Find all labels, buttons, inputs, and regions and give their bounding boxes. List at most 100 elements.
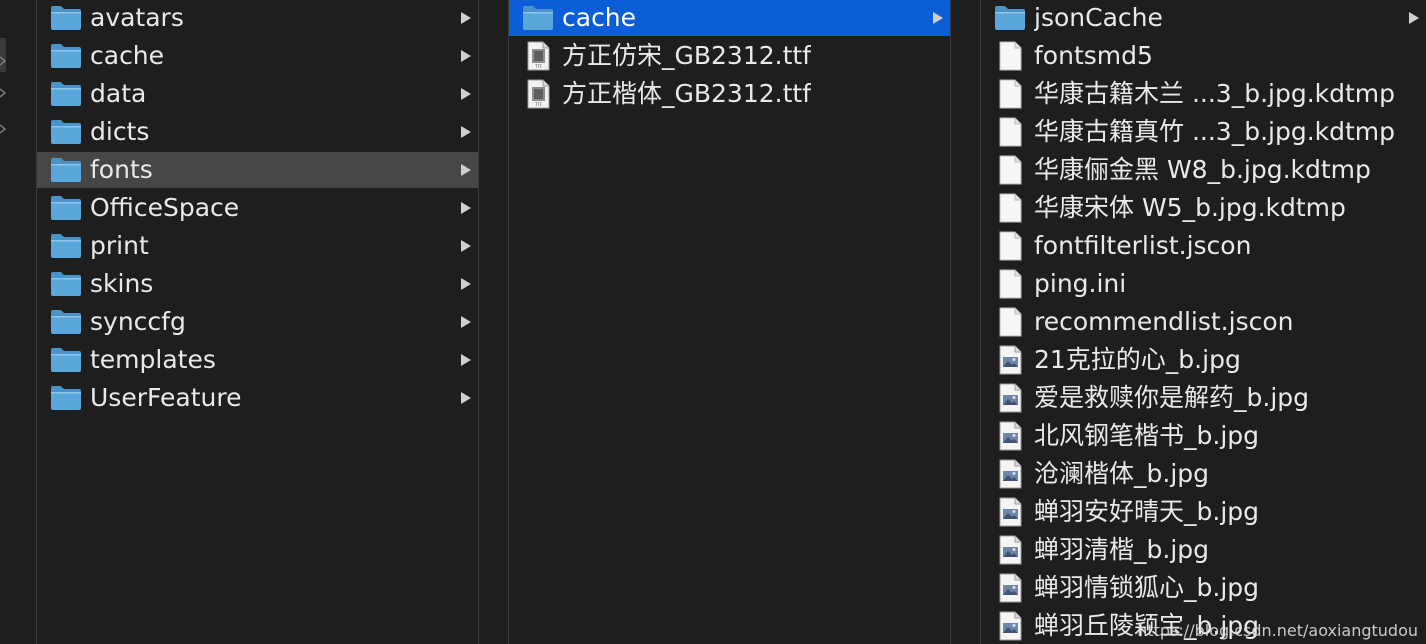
chevron-right-icon — [460, 228, 472, 264]
chevron-right-icon — [460, 380, 472, 416]
cache-list-item[interactable]: ping.ini — [981, 266, 1426, 302]
cache-list-item-label: ping.ini — [1034, 269, 1127, 298]
cache-list-item[interactable]: 蝉羽安好晴天_b.jpg — [981, 494, 1426, 530]
folder-icon — [49, 192, 83, 224]
cache-list-item[interactable]: recommendlist.jscon — [981, 304, 1426, 340]
folder-list-item[interactable]: synccfg — [37, 304, 478, 340]
empty-spacer-column — [479, 0, 508, 644]
folder-list-item-label: synccfg — [90, 307, 186, 336]
folder-icon — [49, 40, 83, 72]
cache-list-item[interactable]: 华康宋体 W5_b.jpg.kdtmp — [981, 190, 1426, 226]
document-icon — [993, 40, 1027, 72]
chevron-right-icon — [460, 114, 472, 150]
folder-list-item-label: OfficeSpace — [90, 193, 240, 222]
folder-list-item-label: skins — [90, 269, 154, 298]
folder-list-item[interactable]: print — [37, 228, 478, 264]
cache-list-item-label: 蝉羽安好晴天_b.jpg — [1034, 497, 1260, 526]
image-file-icon — [993, 420, 1027, 452]
cache-list-item[interactable]: 北风钢笔楷书_b.jpg — [981, 418, 1426, 454]
chevron-right-icon — [460, 152, 472, 188]
folder-list-item-label: print — [90, 231, 149, 260]
column-parent-of-fonts: avatars cache data dicts fonts OfficeSpace pri… — [37, 0, 478, 644]
folder-icon — [49, 116, 83, 148]
cache-list-item[interactable]: 蝉羽情锁狐心_b.jpg — [981, 570, 1426, 606]
cache-list-item-label: recommendlist.jscon — [1034, 307, 1294, 336]
cache-list-item-label: fontsmd5 — [1034, 41, 1153, 70]
folder-list-item-label: UserFeature — [90, 383, 242, 412]
document-icon — [993, 116, 1027, 148]
cache-list-item-label: jsonCache — [1034, 3, 1163, 32]
fonts-list-item[interactable]: TTF 方正楷体_GB2312.ttf — [509, 76, 950, 112]
folder-list-item[interactable]: fonts — [37, 152, 478, 188]
finder-column-view: avatars cache data dicts fonts OfficeSpace pri… — [0, 0, 1426, 644]
chevron-right-icon — [460, 190, 472, 226]
cache-list-item[interactable]: 华康古籍真竹 ...3_b.jpg.kdtmp — [981, 114, 1426, 150]
folder-icon — [49, 154, 83, 186]
cache-list-item[interactable]: 21克拉的心_b.jpg — [981, 342, 1426, 378]
document-icon — [993, 230, 1027, 262]
folder-list-item[interactable]: skins — [37, 266, 478, 302]
cache-list-item-label: fontfilterlist.jscon — [1034, 231, 1252, 260]
folder-list-item[interactable]: cache — [37, 38, 478, 74]
folder-list-item[interactable]: data — [37, 76, 478, 112]
cache-list-item[interactable]: fontfilterlist.jscon — [981, 228, 1426, 264]
chevron-right-icon — [460, 0, 472, 36]
folder-icon — [49, 230, 83, 262]
cache-list-item[interactable]: fontsmd5 — [981, 38, 1426, 74]
document-icon — [993, 306, 1027, 338]
cache-list-item-label: 蝉羽清楷_b.jpg — [1034, 535, 1210, 564]
font-file-icon: TTF — [521, 40, 555, 72]
image-file-icon — [993, 534, 1027, 566]
folder-icon — [993, 2, 1027, 34]
cache-list-item[interactable]: 华康俪金黑 W8_b.jpg.kdtmp — [981, 152, 1426, 188]
cache-list-item[interactable]: 爱是救赎你是解药_b.jpg — [981, 380, 1426, 416]
cache-list-item[interactable]: 沧澜楷体_b.jpg — [981, 456, 1426, 492]
fonts-list-item[interactable]: TTF 方正仿宋_GB2312.ttf — [509, 38, 950, 74]
fonts-list-item-label: 方正楷体_GB2312.ttf — [562, 79, 811, 108]
cache-list-item-label: 21克拉的心_b.jpg — [1034, 345, 1241, 374]
folder-icon — [49, 344, 83, 376]
chevron-right-icon — [460, 76, 472, 112]
column-fonts: cache TTF 方正仿宋_GB2312.ttf TTF 方正楷体_GB2312.tt… — [509, 0, 950, 644]
folder-list-item[interactable]: dicts — [37, 114, 478, 150]
folder-icon — [521, 2, 555, 34]
fonts-list-item-label: cache — [562, 3, 637, 32]
font-file-icon: TTF — [521, 78, 555, 110]
folder-list-item[interactable]: templates — [37, 342, 478, 378]
image-file-icon — [993, 496, 1027, 528]
cache-list-item[interactable]: 蝉羽清楷_b.jpg — [981, 532, 1426, 568]
left-collapsed-column[interactable] — [0, 0, 36, 644]
image-file-icon — [993, 572, 1027, 604]
folder-list-item[interactable]: avatars — [37, 0, 478, 36]
folder-list-item-label: avatars — [90, 3, 184, 32]
folder-list-item[interactable]: OfficeSpace — [37, 190, 478, 226]
document-icon — [993, 154, 1027, 186]
cache-list-item-label: 华康古籍木兰 ...3_b.jpg.kdtmp — [1034, 79, 1396, 108]
cache-list-item-label: 蝉羽情锁狐心_b.jpg — [1034, 573, 1260, 602]
fonts-list-item[interactable]: cache — [509, 0, 950, 36]
folder-list-item-label: fonts — [90, 155, 153, 184]
folder-list-item-label: dicts — [90, 117, 150, 146]
folder-list-item-label: data — [90, 79, 147, 108]
image-file-icon — [993, 382, 1027, 414]
chevron-right-icon — [932, 0, 944, 36]
document-icon — [993, 268, 1027, 300]
folder-list-item[interactable]: UserFeature — [37, 380, 478, 416]
image-file-icon — [993, 458, 1027, 490]
folder-icon — [49, 2, 83, 34]
svg-text:TTF: TTF — [534, 64, 543, 69]
fonts-list-item-label: 方正仿宋_GB2312.ttf — [562, 41, 811, 70]
chevron-right-icon — [1408, 0, 1420, 36]
folder-list-item-label: cache — [90, 41, 165, 70]
cache-list-item[interactable]: 华康古籍木兰 ...3_b.jpg.kdtmp — [981, 76, 1426, 112]
cache-list-item-label: 爱是救赎你是解药_b.jpg — [1034, 383, 1310, 412]
folder-icon — [49, 382, 83, 414]
cache-list-item-label: 华康俪金黑 W8_b.jpg.kdtmp — [1034, 155, 1371, 184]
cache-list-item[interactable]: jsonCache — [981, 0, 1426, 36]
column-cache: jsonCache fontsmd5 华康古籍木兰 ...3_b.jpg.kdtmp… — [981, 0, 1426, 644]
folder-icon — [49, 306, 83, 338]
cache-list-item-label: 沧澜楷体_b.jpg — [1034, 459, 1210, 488]
folder-icon — [49, 268, 83, 300]
document-icon — [993, 78, 1027, 110]
chevron-right-icon — [460, 342, 472, 378]
